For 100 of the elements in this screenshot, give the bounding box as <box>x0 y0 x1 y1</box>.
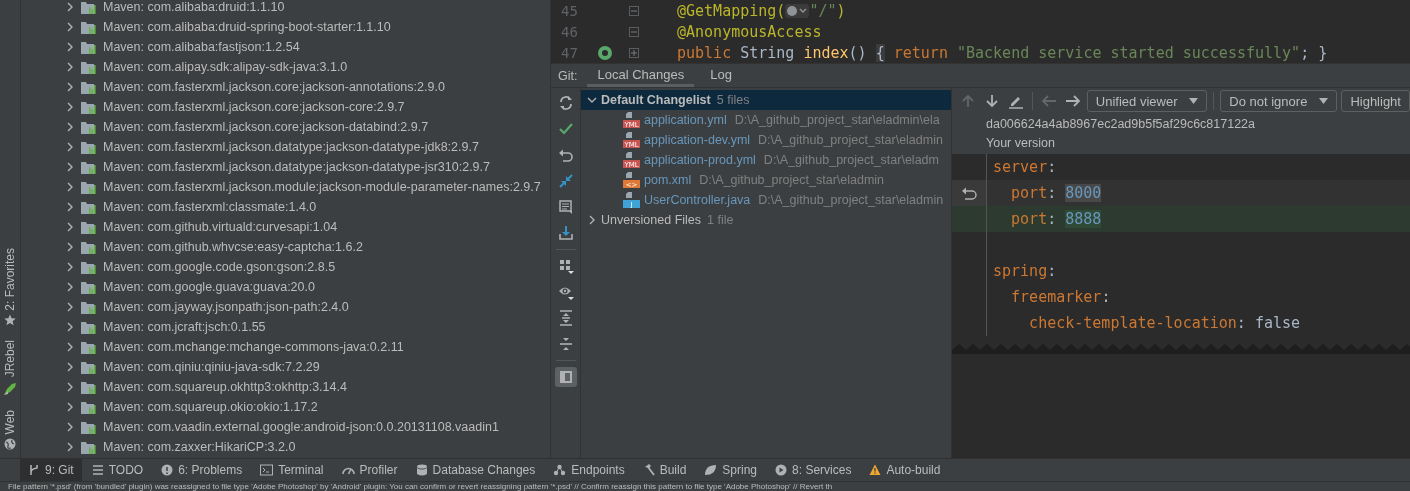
tree-item-label[interactable]: Maven: com.alibaba:druid-spring-boot-starter:1.1.10 <box>103 20 391 34</box>
collapsed-chevron-icon[interactable] <box>65 362 75 372</box>
refresh-icon[interactable] <box>557 95 574 111</box>
tree-item-label[interactable]: Maven: com.github.virtuald:curvesapi:1.04 <box>103 220 338 234</box>
collapsed-chevron-icon[interactable] <box>65 302 75 312</box>
file-name[interactable]: application-prod.yml <box>644 153 756 167</box>
undo-icon[interactable] <box>557 147 574 163</box>
collapsed-chevron-icon[interactable] <box>65 42 75 52</box>
revert-icon[interactable] <box>961 186 977 200</box>
collapsed-chevron-icon[interactable] <box>65 262 75 272</box>
collapsed-chevron-icon[interactable] <box>65 122 75 132</box>
globe-icon[interactable] <box>4 438 16 451</box>
tree-item-label[interactable]: Maven: com.google.code.gson:gson:2.8.5 <box>103 260 336 274</box>
collapsed-chevron-icon[interactable] <box>65 102 75 112</box>
tool-window-button[interactable]: Auto-build <box>861 459 949 482</box>
code-token: check-template-location <box>1028 314 1237 332</box>
collapsed-chevron-icon[interactable] <box>65 222 75 232</box>
file-name[interactable]: UserController.java <box>644 193 751 207</box>
collapsed-chevron-icon[interactable] <box>65 422 75 432</box>
collapsed-chevron-icon[interactable] <box>65 22 75 32</box>
comment-icon[interactable] <box>557 199 574 215</box>
changelist-name[interactable]: Unversioned Files <box>601 213 702 227</box>
right-arrow-icon[interactable] <box>1064 94 1081 108</box>
dropdown[interactable]: Do not ignore <box>1220 90 1338 112</box>
tree-item-label[interactable]: Maven: com.squareup.okio:okio:1.17.2 <box>103 400 318 414</box>
tool-window-button[interactable]: 8: Services <box>767 459 860 482</box>
collapsed-chevron-icon[interactable] <box>65 162 75 172</box>
collapsed-chevron-icon[interactable] <box>65 342 75 352</box>
tab[interactable]: Local Changes <box>587 64 695 87</box>
tree-item-label[interactable]: Maven: com.github.whvcse:easy-captcha:1.6.2 <box>103 240 363 254</box>
tree-item-label[interactable]: Maven: com.fasterxml.jackson.datatype:jackson-datatype-jdk8:2.9.7 <box>103 140 479 154</box>
collapsed-chevron-icon[interactable] <box>65 182 75 192</box>
collapsed-chevron-icon[interactable] <box>65 142 75 152</box>
tree-item-label[interactable]: Maven: com.fasterxml.jackson.datatype:jackson-datatype-jsr310:2.9.7 <box>103 160 490 174</box>
selected-row-highlight[interactable]: Default Changelist 5 files <box>581 90 951 110</box>
tree-item-label[interactable]: Maven: com.fasterxml.jackson.core:jackson-annotations:2.9.0 <box>103 80 445 94</box>
status-message: File pattern '*.psd' (from 'bundled' plugin) was reassigned to file type 'Adobe Photoshop' by 'Android' plugin: You can confirm or revert reassigning pattern '*.psd' // Confirm reassign this pattern to file type 'Adobe Photoshop' // Revert th <box>0 481 1410 491</box>
tree-item-label[interactable]: Maven: com.fasterxml.jackson.module:jackson-module-parameter-names:2.9.7 <box>103 180 541 194</box>
tree-item-label[interactable]: Maven: com.alibaba:druid:1.1.10 <box>103 0 285 14</box>
tree-item-label[interactable]: Maven: com.alibaba:fastjson:1.2.54 <box>103 40 300 54</box>
tree-item-label[interactable]: Maven: com.jayway.jsonpath:json-path:2.4.0 <box>103 300 349 314</box>
tree-item-label[interactable]: Maven: com.google.guava:guava:20.0 <box>103 280 315 294</box>
side-tab[interactable]: Web <box>3 409 17 435</box>
run-gutter-icon[interactable] <box>597 44 613 61</box>
tool-window-button[interactable]: Profiler <box>333 459 406 482</box>
tree-item-label[interactable]: Maven: com.fasterxml.jackson.core:jackson-databind:2.9.7 <box>103 120 429 134</box>
dropdown[interactable]: Unified viewer <box>1086 90 1208 112</box>
tab[interactable]: Log <box>700 64 742 87</box>
tool-window-button[interactable]: Endpoints <box>545 459 633 482</box>
tree-item-label[interactable]: Maven: com.squareup.okhttp3:okhttp:3.14.4 <box>103 380 347 394</box>
tool-window-button[interactable]: 6: Problems <box>153 459 251 482</box>
diff-arrows-icon[interactable] <box>557 173 574 189</box>
file-name[interactable]: application.yml <box>644 113 727 127</box>
code-token: : <box>1101 288 1111 306</box>
checkmark-icon[interactable] <box>557 121 574 137</box>
file-name[interactable]: application-dev.yml <box>644 133 751 147</box>
collapsed-chevron-icon[interactable] <box>65 202 75 212</box>
collapsed-chevron-icon[interactable] <box>65 442 75 452</box>
tool-window-button[interactable]: 9: Git <box>20 459 82 482</box>
down-arrow-icon[interactable] <box>985 94 999 108</box>
collapsed-chevron-icon[interactable] <box>65 242 75 252</box>
group-icon[interactable] <box>557 258 574 274</box>
tree-item-label[interactable]: Maven: com.fasterxml:classmate:1.4.0 <box>103 200 317 214</box>
tool-window-button[interactable]: Spring <box>696 459 766 482</box>
tool-window-button[interactable]: Build <box>634 459 695 482</box>
collapsed-chevron-icon[interactable] <box>65 82 75 92</box>
star-icon[interactable] <box>4 314 16 327</box>
code-token: return <box>892 43 949 62</box>
file-name[interactable]: pom.xml <box>644 173 692 187</box>
tool-window-button[interactable]: Terminal <box>252 459 332 482</box>
collapsed-chevron-icon[interactable] <box>587 215 597 225</box>
tree-item-label[interactable]: Maven: com.jcraft:jsch:0.1.55 <box>103 320 266 334</box>
tree-item-label[interactable]: Maven: com.zaxxer:HikariCP:3.2.0 <box>103 440 296 454</box>
fold-plus-icon[interactable] <box>629 47 639 58</box>
collapsed-chevron-icon[interactable] <box>65 2 75 12</box>
collapsed-chevron-icon[interactable] <box>65 322 75 332</box>
preview-panel-icon[interactable] <box>557 369 574 385</box>
tool-window-button[interactable]: TODO <box>83 459 152 482</box>
side-tab[interactable]: JRebel <box>3 340 17 378</box>
collapsed-chevron-icon[interactable] <box>65 402 75 412</box>
library-icon <box>81 440 97 454</box>
collapse-all-icon[interactable] <box>557 336 574 352</box>
side-tab[interactable]: 2: Favorites <box>3 247 17 311</box>
library-icon <box>81 220 97 234</box>
dropdown[interactable]: Highlight <box>1341 90 1410 112</box>
tree-item-label[interactable]: Maven: com.qiniu:qiniu-java-sdk:7.2.29 <box>103 360 320 374</box>
tree-item-label[interactable]: Maven: com.mchange:mchange-commons-java:0.2.11 <box>103 340 404 354</box>
expand-all-icon[interactable] <box>557 310 574 326</box>
tree-item-label[interactable]: Maven: com.vaadin.external.google:android-json:0.0.20131108.vaadin1 <box>103 420 499 434</box>
tool-window-button[interactable]: Database Changes <box>407 459 544 482</box>
tree-item-label[interactable]: Maven: com.fasterxml.jackson.core:jackson-core:2.9.7 <box>103 100 405 114</box>
rocket-icon[interactable] <box>3 381 17 396</box>
globe-chevron-icon[interactable] <box>785 3 810 18</box>
changelist-name[interactable]: Default Changelist <box>601 93 711 107</box>
expanded-chevron-icon[interactable] <box>587 95 597 105</box>
download-icon[interactable] <box>557 225 574 241</box>
collapsed-chevron-icon[interactable] <box>65 282 75 292</box>
collapsed-chevron-icon[interactable] <box>65 62 75 72</box>
tree-item-label[interactable]: Maven: com.alipay.sdk:alipay-sdk-java:3.1.0 <box>103 60 348 74</box>
collapsed-chevron-icon[interactable] <box>65 382 75 392</box>
